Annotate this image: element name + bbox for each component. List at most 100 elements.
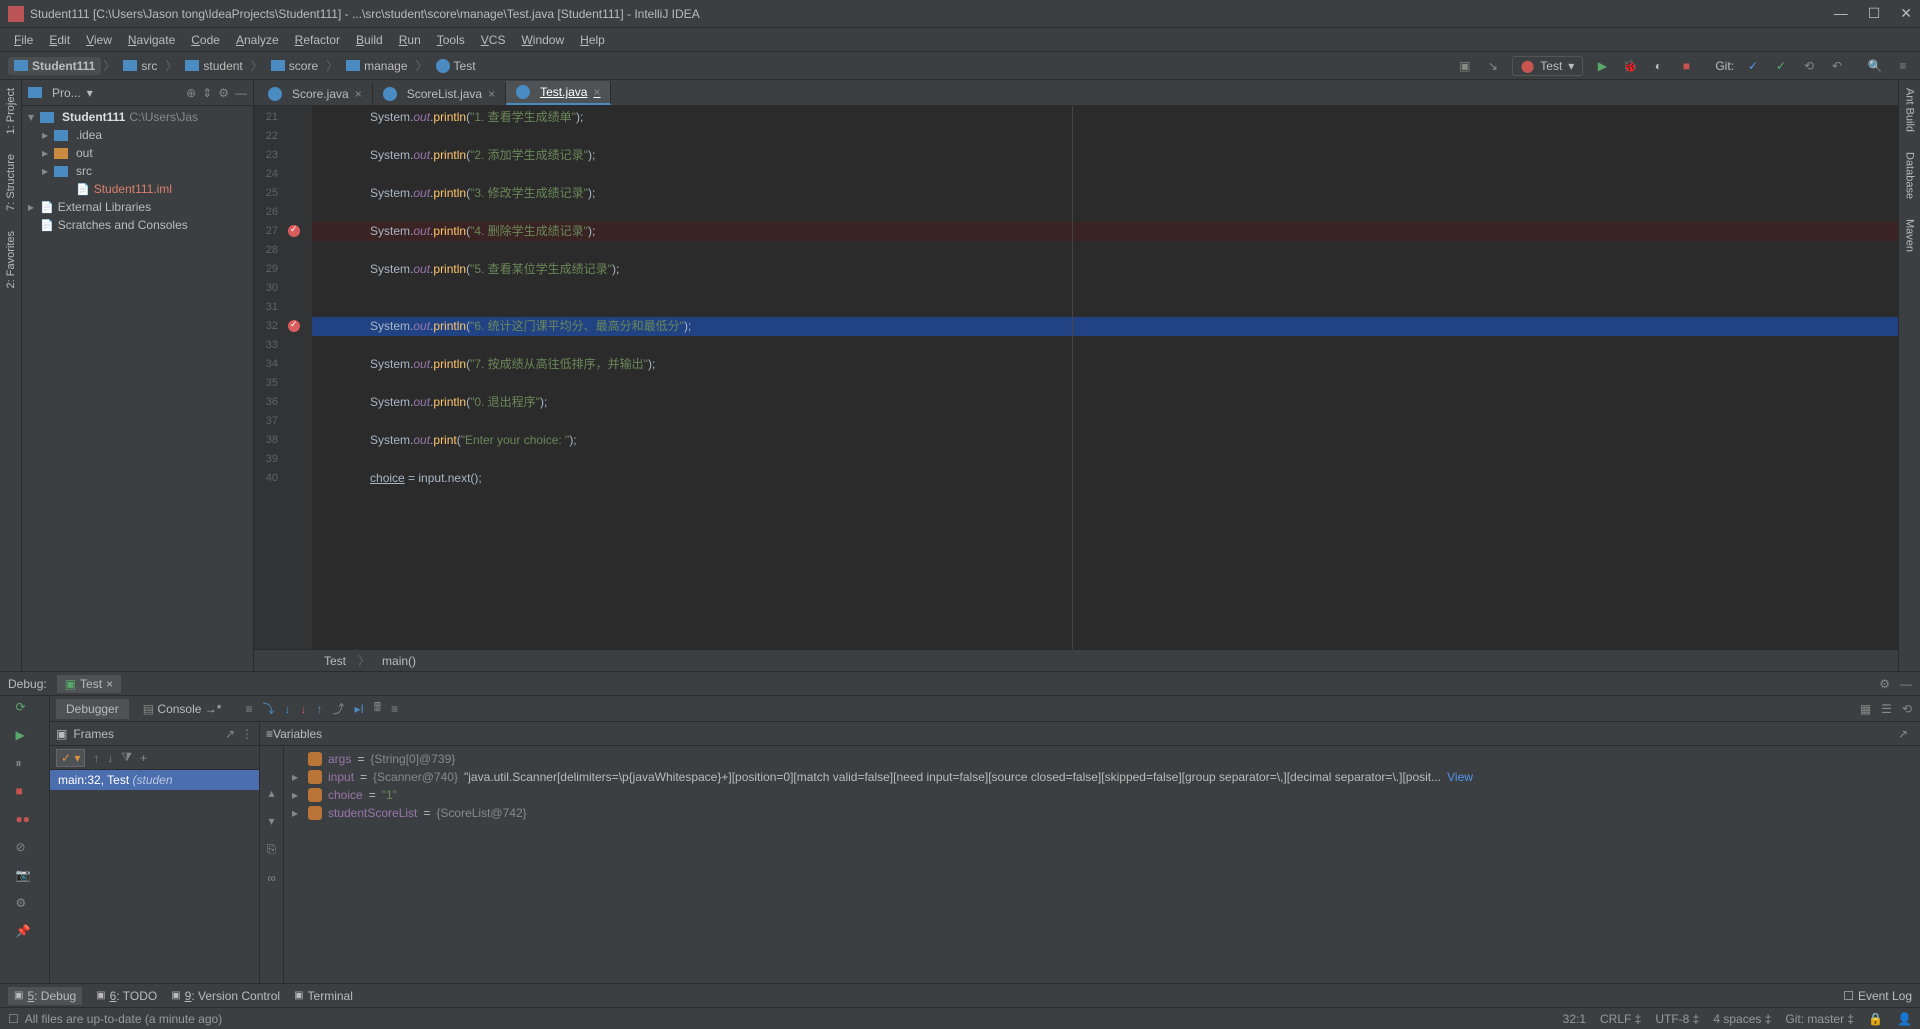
next-frame-icon[interactable]: ↓: [107, 751, 113, 765]
breakpoint-icon[interactable]: [288, 320, 300, 332]
sync-icon[interactable]: ↘: [1484, 57, 1502, 75]
ide-settings-icon[interactable]: ≡: [1894, 57, 1912, 75]
expand-icon[interactable]: ⇕: [202, 86, 212, 100]
menu-refactor[interactable]: Refactor: [289, 31, 346, 49]
add-icon[interactable]: +: [140, 751, 147, 765]
settings-icon[interactable]: ⚙: [16, 896, 34, 914]
down-icon[interactable]: ▾: [268, 814, 274, 828]
breadcrumb-manage[interactable]: manage: [340, 57, 413, 75]
step-into-icon[interactable]: ↓: [284, 702, 290, 716]
menu-navigate[interactable]: Navigate: [122, 31, 181, 49]
close-icon[interactable]: ×: [488, 87, 495, 101]
code-line-29[interactable]: System.out.println("5. 查看某位学生成绩记录");: [312, 260, 1898, 279]
status-item-1[interactable]: CRLF ‡: [1600, 1012, 1641, 1026]
evaluate-icon[interactable]: 🖩: [374, 698, 381, 719]
git-update-icon[interactable]: ✓: [1744, 57, 1762, 75]
build-icon[interactable]: ▣: [1456, 57, 1474, 75]
debug-button[interactable]: 🐞: [1621, 57, 1639, 75]
git-revert-icon[interactable]: ↶: [1828, 57, 1846, 75]
console-tab[interactable]: ▤ Console →*: [133, 699, 232, 719]
git-commit-icon[interactable]: ✓: [1772, 57, 1790, 75]
code-line-25[interactable]: System.out.println("3. 修改学生成绩记录");: [312, 184, 1898, 203]
code-line-37[interactable]: [312, 412, 1898, 431]
code-line-34[interactable]: System.out.println("7. 按成绩从高往低排序，并输出");: [312, 355, 1898, 374]
tool-project[interactable]: 1: Project: [5, 84, 17, 138]
bottom-tab-versioncontrol[interactable]: ▣9: Version Control: [171, 989, 280, 1003]
editor-bc-0[interactable]: Test: [324, 654, 346, 668]
breakpoint-icon[interactable]: [288, 225, 300, 237]
menu-build[interactable]: Build: [350, 31, 389, 49]
event-log-tab[interactable]: ☐Event Log: [1843, 989, 1912, 1003]
code-line-21[interactable]: System.out.println("1. 查看学生成绩单");: [312, 108, 1898, 127]
layout-icon[interactable]: ▦: [1860, 702, 1871, 716]
var-row-input[interactable]: ▸input = {Scanner@740} "java.util.Scanne…: [288, 768, 1916, 786]
bottom-tab-todo[interactable]: ▣6: TODO: [96, 989, 157, 1003]
breadcrumb-src[interactable]: src: [117, 57, 163, 75]
menu-tools[interactable]: Tools: [431, 31, 471, 49]
editor-tab-scorelistjava[interactable]: ScoreList.java×: [373, 83, 506, 105]
mute-icon[interactable]: ⊘: [16, 840, 34, 858]
bottom-tab-terminal[interactable]: ▣Terminal: [294, 989, 353, 1003]
code-line-27[interactable]: System.out.println("4. 删除学生成绩记录");: [312, 222, 1898, 241]
step-over-icon[interactable]: ⤵: [262, 700, 274, 717]
menu-window[interactable]: Window: [515, 31, 570, 49]
more-icon[interactable]: ⋮: [241, 727, 253, 741]
stop-button[interactable]: ■: [1677, 57, 1695, 75]
tree-item-idea[interactable]: ▸.idea: [22, 126, 253, 144]
target-icon[interactable]: ⊕: [186, 86, 196, 100]
code-line-36[interactable]: System.out.println("0. 退出程序");: [312, 393, 1898, 412]
code-line-32[interactable]: System.out.println("6. 统计这门课平均分、最高分和最低分"…: [312, 317, 1898, 336]
gear-icon[interactable]: ⚙: [218, 86, 229, 100]
close-icon[interactable]: ×: [106, 677, 113, 691]
coverage-button[interactable]: ◐: [1649, 57, 1667, 75]
menu-code[interactable]: Code: [185, 31, 226, 49]
tree-item-src[interactable]: ▸src: [22, 162, 253, 180]
code-line-23[interactable]: System.out.println("2. 添加学生成绩记录");: [312, 146, 1898, 165]
menu-run[interactable]: Run: [393, 31, 427, 49]
filter-icon[interactable]: ⧩: [121, 750, 132, 765]
step-list-icon[interactable]: ≡: [245, 702, 252, 716]
menu-view[interactable]: View: [80, 31, 118, 49]
expand-icon[interactable]: ↗: [225, 727, 235, 741]
tree-item-scratchesandconsoles[interactable]: 📄Scratches and Consoles: [22, 216, 253, 234]
breadcrumb-student111[interactable]: Student111: [8, 57, 101, 75]
run-to-cursor-icon[interactable]: ▸I: [355, 702, 364, 716]
dropdown-icon[interactable]: ▾: [87, 86, 93, 100]
tool-favorites[interactable]: 2: Favorites: [5, 227, 17, 292]
git-history-icon[interactable]: ⟲: [1800, 57, 1818, 75]
drop-frame-icon[interactable]: ⤴: [332, 700, 344, 717]
editor-body[interactable]: 2122232425262728293031323334353637383940…: [254, 106, 1898, 649]
close-button[interactable]: ✕: [1900, 5, 1912, 22]
tree-item-student111iml[interactable]: 📄Student111.iml: [22, 180, 253, 198]
view-link[interactable]: View: [1447, 770, 1473, 784]
watch-icon[interactable]: ∞: [267, 871, 276, 885]
frame-item[interactable]: main:32, Test (studen: [50, 770, 259, 790]
breadcrumb-score[interactable]: score: [265, 57, 324, 75]
rerun-icon[interactable]: ⟳: [16, 700, 34, 718]
code-area[interactable]: System.out.println("1. 查看学生成绩单"); System…: [312, 106, 1898, 649]
status-item-4[interactable]: Git: master ‡: [1785, 1012, 1854, 1026]
code-line-39[interactable]: [312, 450, 1898, 469]
editor-tab-testjava[interactable]: Test.java×: [506, 81, 611, 105]
tool-database[interactable]: Database: [1904, 148, 1916, 203]
up-icon[interactable]: ▴: [268, 786, 274, 800]
code-line-40[interactable]: choice = input.next();: [312, 469, 1898, 488]
code-line-22[interactable]: [312, 127, 1898, 146]
resume-icon[interactable]: ▶: [16, 728, 34, 746]
tree-item-out[interactable]: ▸out: [22, 144, 253, 162]
tool-maven[interactable]: Maven: [1904, 215, 1916, 256]
checkbox-icon[interactable]: ✓ ▾: [56, 749, 85, 767]
tree-item-externallibraries[interactable]: ▸📄External Libraries: [22, 198, 253, 216]
debug-session-tab[interactable]: ▣ Test ×: [57, 675, 121, 693]
run-button[interactable]: ▶: [1593, 57, 1611, 75]
tree-item-student111[interactable]: ▾Student111 C:\Users\Jas: [22, 108, 253, 126]
prev-frame-icon[interactable]: ↑: [93, 751, 99, 765]
code-line-33[interactable]: [312, 336, 1898, 355]
breadcrumb-student[interactable]: student: [179, 57, 248, 75]
code-line-30[interactable]: [312, 279, 1898, 298]
editor-tab-scorejava[interactable]: Score.java×: [258, 83, 373, 105]
menu-edit[interactable]: Edit: [43, 31, 76, 49]
code-line-24[interactable]: [312, 165, 1898, 184]
code-line-35[interactable]: [312, 374, 1898, 393]
close-icon[interactable]: ×: [593, 85, 600, 99]
